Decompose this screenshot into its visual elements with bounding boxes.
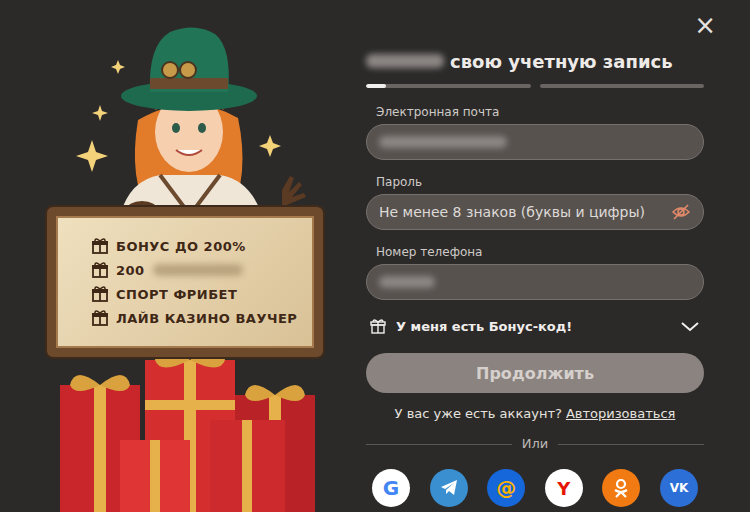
promo-text: 200	[116, 262, 145, 279]
divider-line	[558, 444, 704, 445]
yandex-login-button[interactable]: Y	[545, 469, 583, 507]
promo-text: СПОРТ ФРИБЕТ	[116, 286, 237, 303]
telegram-login-button[interactable]	[430, 469, 468, 507]
vk-login-button[interactable]: VK	[660, 469, 698, 507]
gift-icon	[92, 262, 108, 278]
phone-field[interactable]	[366, 264, 704, 300]
gift-icon	[92, 310, 108, 326]
divider-text: Или	[522, 435, 548, 453]
promo-text: ЛАЙВ КАЗИНО ВАУЧЕР	[116, 310, 297, 327]
bonus-code-toggle[interactable]: У меня есть Бонус-код!	[366, 314, 704, 338]
blurred-text	[153, 264, 243, 276]
registration-form: свою учетную запись Электронная почта Паро…	[366, 0, 704, 512]
blurred-value	[379, 276, 435, 288]
mail-icon: @	[496, 476, 516, 500]
password-field[interactable]	[366, 194, 704, 230]
phone-input[interactable]	[443, 274, 691, 290]
google-icon: G	[383, 476, 399, 500]
yandex-icon: Y	[557, 478, 570, 499]
form-title: свою учетную запись	[366, 50, 704, 72]
promo-text: БОНУС ДО 200%	[116, 238, 246, 255]
form-title-text: свою учетную запись	[450, 51, 673, 72]
or-divider: Или	[366, 435, 704, 453]
gift-icon	[92, 286, 108, 302]
eye-slash-icon[interactable]	[671, 202, 691, 222]
step-track	[366, 84, 531, 88]
gift-icon	[92, 238, 108, 254]
ok-login-button[interactable]	[602, 469, 640, 507]
vk-icon: VK	[670, 481, 689, 495]
email-label: Электронная почта	[366, 105, 704, 119]
mail-login-button[interactable]: @	[487, 469, 525, 507]
promo-sign: БОНУС ДО 200% 200 СПОРТ ФРИБЕТ ЛАЙВ КАЗИНО …	[47, 207, 323, 357]
promo-illustration: БОНУС ДО 200% 200 СПОРТ ФРИБЕТ ЛАЙВ КАЗИНО …	[0, 0, 366, 512]
step-progress	[366, 84, 704, 88]
phone-label: Номер телефона	[366, 245, 704, 259]
login-prompt: У вас уже есть аккаунт? Авторизоваться	[366, 405, 704, 423]
password-input[interactable]	[379, 204, 663, 220]
step-track	[540, 84, 705, 88]
telegram-plane-icon	[439, 478, 459, 498]
step-fill	[366, 84, 386, 88]
odnoklassniki-icon	[611, 478, 631, 498]
promo-item: СПОРТ ФРИБЕТ	[92, 286, 298, 303]
google-login-button[interactable]: G	[372, 469, 410, 507]
email-field[interactable]	[366, 124, 704, 160]
continue-button[interactable]: Продолжить	[366, 353, 704, 393]
blurred-title-prefix	[366, 54, 444, 68]
gift-icon	[370, 318, 386, 334]
promo-item: 200	[92, 262, 298, 279]
promo-item: БОНУС ДО 200%	[92, 238, 298, 255]
login-prompt-text: У вас уже есть аккаунт?	[395, 406, 562, 421]
bonus-code-label: У меня есть Бонус-код!	[396, 319, 670, 334]
password-label: Пароль	[366, 175, 704, 189]
login-link[interactable]: Авторизоваться	[566, 406, 675, 421]
email-input[interactable]	[515, 134, 691, 150]
blurred-value	[379, 136, 507, 148]
divider-line	[366, 444, 512, 445]
promo-item: ЛАЙВ КАЗИНО ВАУЧЕР	[92, 310, 298, 327]
registration-modal: БОНУС ДО 200% 200 СПОРТ ФРИБЕТ ЛАЙВ КАЗИНО …	[0, 0, 750, 512]
social-login-row: G @ Y VK	[366, 469, 704, 507]
close-button[interactable]: ×	[690, 10, 720, 40]
chevron-icon	[680, 319, 700, 333]
